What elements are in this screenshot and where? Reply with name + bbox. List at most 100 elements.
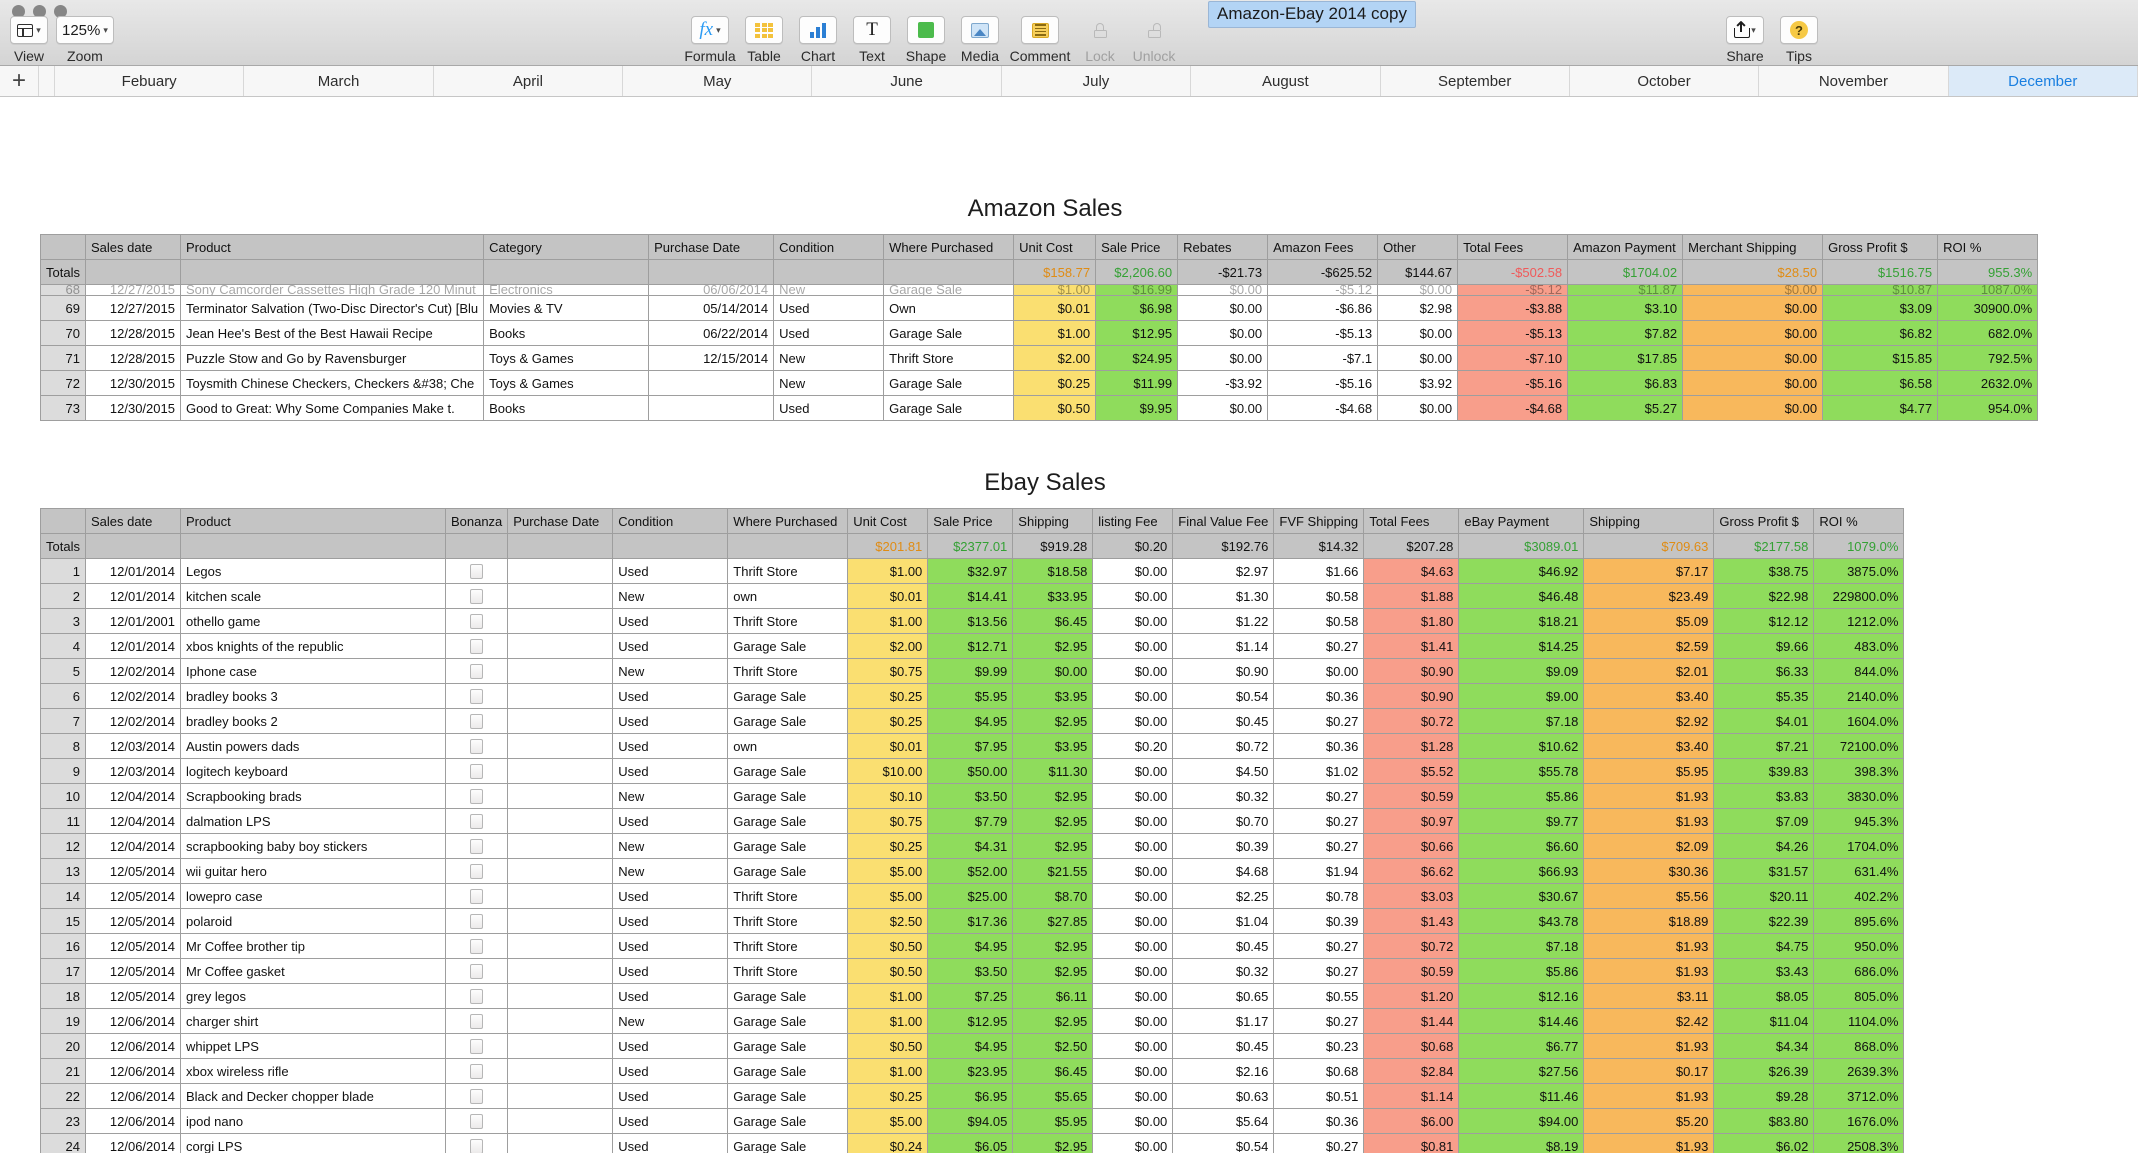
totals-cell[interactable]: $144.67 <box>1377 259 1459 285</box>
table-cell[interactable]: Electronics <box>483 284 650 296</box>
table-cell[interactable]: $0.00 <box>1092 1058 1174 1084</box>
table-cell[interactable]: $6.00 <box>1363 1108 1460 1134</box>
table-cell[interactable]: $0.25 <box>847 708 929 734</box>
row-number[interactable]: 5 <box>40 658 86 684</box>
table-cell[interactable] <box>444 1133 509 1153</box>
column-header-shipping[interactable]: Shipping <box>1012 508 1094 534</box>
table-cell[interactable]: $0.01 <box>847 583 929 609</box>
table-cell[interactable]: $1.93 <box>1583 958 1715 984</box>
table-cell[interactable] <box>507 1108 614 1134</box>
table-cell[interactable]: scrapbooking baby boy stickers <box>179 833 446 859</box>
table-cell[interactable]: $83.80 <box>1713 1108 1815 1134</box>
bonanza-checkbox[interactable] <box>470 838 484 854</box>
table-cell[interactable]: 12/28/2015 <box>84 345 181 371</box>
table-cell[interactable]: $6.62 <box>1363 858 1460 884</box>
table-corner-cell[interactable] <box>40 508 86 534</box>
table-cell[interactable]: $0.00 <box>1682 320 1824 346</box>
row-number[interactable]: 70 <box>40 320 86 346</box>
table-cell[interactable]: 792.5% <box>1937 345 2039 371</box>
table-cell[interactable] <box>507 708 614 734</box>
table-cell[interactable]: Toys & Games <box>483 345 650 371</box>
table-cell[interactable]: 950.0% <box>1813 933 1905 959</box>
totals-cell[interactable]: $709.63 <box>1583 533 1715 559</box>
column-header-fvf-shipping[interactable]: FVF Shipping <box>1273 508 1365 534</box>
column-header-amazon-payment[interactable]: Amazon Payment <box>1567 234 1684 260</box>
bonanza-checkbox[interactable] <box>470 1063 484 1079</box>
table-cell[interactable] <box>507 633 614 659</box>
table-cell[interactable]: $2.09 <box>1583 833 1715 859</box>
column-header-category[interactable]: Category <box>483 234 650 260</box>
table-cell[interactable]: $17.85 <box>1567 345 1684 371</box>
table-cell[interactable] <box>444 1058 509 1084</box>
totals-cell[interactable]: -$21.73 <box>1177 259 1269 285</box>
table-cell[interactable]: Garage Sale <box>883 320 1015 346</box>
table-cell[interactable]: $1.43 <box>1363 908 1460 934</box>
table-cell[interactable]: -$6.86 <box>1267 295 1379 321</box>
table-cell[interactable]: $0.00 <box>1092 858 1174 884</box>
table-cell[interactable]: $0.00 <box>1092 683 1174 709</box>
table-cell[interactable]: 12/05/2014 <box>84 958 181 984</box>
table-cell[interactable]: Garage Sale <box>883 284 1015 296</box>
column-header-product[interactable]: Product <box>179 508 446 534</box>
table-cell[interactable]: 72100.0% <box>1813 733 1905 759</box>
table-cell[interactable]: Used <box>773 395 885 421</box>
table-cell[interactable]: $5.65 <box>1012 1083 1094 1109</box>
table-cell[interactable]: $3.92 <box>1377 370 1459 396</box>
column-header-unit-cost[interactable]: Unit Cost <box>1013 234 1097 260</box>
table-cell[interactable]: $0.66 <box>1363 833 1460 859</box>
table-cell[interactable]: corgi LPS <box>179 1133 446 1153</box>
column-header-roi[interactable]: ROI % <box>1937 234 2039 260</box>
bonanza-checkbox[interactable] <box>470 1013 484 1029</box>
table-cell[interactable]: Thrift Store <box>727 658 849 684</box>
table-cell[interactable]: Mr Coffee gasket <box>179 958 446 984</box>
table-cell[interactable]: $23.95 <box>927 1058 1014 1084</box>
table-cell[interactable]: Good to Great: Why Some Companies Make t… <box>179 395 485 421</box>
table-cell[interactable] <box>507 958 614 984</box>
table-cell[interactable]: $1.94 <box>1273 858 1365 884</box>
table-cell[interactable]: $4.95 <box>927 708 1014 734</box>
table-cell[interactable]: $3.50 <box>927 958 1014 984</box>
table-row[interactable]: 71 12/28/2015 Puzzle Stow and Go by Ravens… <box>40 345 2039 371</box>
table-cell[interactable]: $1.93 <box>1583 808 1715 834</box>
table-cell[interactable]: $0.00 <box>1682 395 1824 421</box>
table-cell[interactable]: $2.95 <box>1012 708 1094 734</box>
table-cell[interactable]: 05/14/2014 <box>648 295 775 321</box>
table-cell[interactable]: $1.00 <box>847 608 929 634</box>
table-cell[interactable] <box>444 1008 509 1034</box>
table-cell[interactable]: $31.57 <box>1713 858 1815 884</box>
totals-cell[interactable]: $192.76 <box>1172 533 1275 559</box>
table-cell[interactable]: $0.97 <box>1363 808 1460 834</box>
table-row[interactable]: 24 12/06/2014 corgi LPS Used Garage Sale $0.2… <box>40 1133 1905 1153</box>
table-cell[interactable]: $26.39 <box>1713 1058 1815 1084</box>
table-cell[interactable]: $11.04 <box>1713 1008 1815 1034</box>
column-header-condition[interactable]: Condition <box>612 508 729 534</box>
table-cell[interactable]: $0.00 <box>1377 320 1459 346</box>
table-cell[interactable]: New <box>612 658 729 684</box>
totals-cell[interactable]: $1704.02 <box>1567 259 1684 285</box>
table-cell[interactable] <box>507 1133 614 1153</box>
table-cell[interactable]: $1.00 <box>847 1058 929 1084</box>
table-cell[interactable]: $2.84 <box>1363 1058 1460 1084</box>
table-cell[interactable]: $6.77 <box>1458 1033 1585 1059</box>
totals-cell[interactable]: $0.20 <box>1092 533 1174 559</box>
row-number[interactable]: 72 <box>40 370 86 396</box>
table-cell[interactable]: $12.95 <box>1095 320 1179 346</box>
table-cell[interactable]: $7.79 <box>927 808 1014 834</box>
column-header-where-purchased[interactable]: Where Purchased <box>883 234 1015 260</box>
table-cell[interactable]: $4.63 <box>1363 558 1460 584</box>
table-cell[interactable]: -$5.16 <box>1457 370 1569 396</box>
table-cell[interactable]: 12/06/2014 <box>84 1108 181 1134</box>
table-cell[interactable]: $0.27 <box>1273 1008 1365 1034</box>
tips-button[interactable]: ? Tips <box>1772 16 1826 64</box>
share-button[interactable]: ▾ Share <box>1718 16 1772 64</box>
sheet-tab-july[interactable]: July <box>1001 66 1192 96</box>
sheet-tab-april[interactable]: April <box>433 66 624 96</box>
table-cell[interactable]: 12/05/2014 <box>84 983 181 1009</box>
table-cell[interactable]: $0.00 <box>1177 320 1269 346</box>
table-cell[interactable] <box>444 983 509 1009</box>
table-cell[interactable]: $43.78 <box>1458 908 1585 934</box>
table-cell[interactable]: $3.43 <box>1713 958 1815 984</box>
table-row[interactable]: 19 12/06/2014 charger shirt New Garage Sale $… <box>40 1008 1905 1034</box>
totals-cell[interactable] <box>444 533 509 559</box>
table-cell[interactable]: $5.00 <box>847 883 929 909</box>
